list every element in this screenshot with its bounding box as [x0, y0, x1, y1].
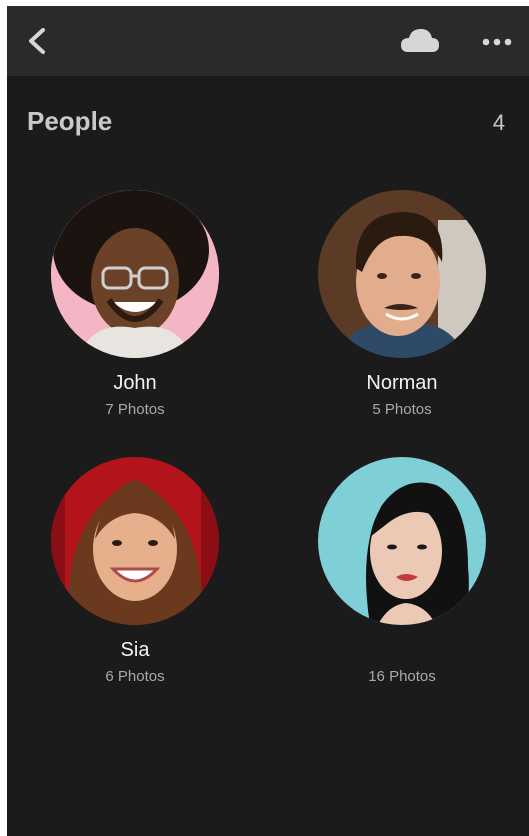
person-card-john[interactable]: John 7 Photos [35, 190, 235, 418]
avatar [51, 457, 219, 625]
person-name [302, 638, 502, 662]
photo-count: 5 Photos [372, 401, 432, 418]
section-title: People [27, 106, 113, 136]
person-name: John [113, 372, 157, 394]
cloud-sync-button[interactable] [399, 24, 441, 58]
photo-count: 16 Photos [368, 668, 436, 685]
more-options-button[interactable] [477, 28, 517, 56]
photo-count: 7 Photos [105, 401, 165, 418]
top-navigation-bar [7, 6, 529, 76]
person-card-unnamed[interactable]: 16 Photos [302, 457, 502, 685]
person-name: Sia [120, 639, 150, 661]
people-count: 4 [492, 110, 505, 135]
chevron-left-icon [29, 28, 45, 54]
back-button[interactable] [21, 24, 55, 58]
cloud-icon [401, 29, 439, 52]
avatar [318, 457, 486, 625]
photo-count: 6 Photos [105, 668, 165, 685]
person-name: Norman [366, 372, 438, 394]
person-card-sia[interactable]: Sia 6 Photos [35, 457, 235, 685]
app-screen: People 4 John 7 Photos Norman 5 Photos S… [7, 6, 529, 836]
avatar [318, 190, 486, 358]
more-horizontal-icon [482, 38, 512, 46]
person-card-norman[interactable]: Norman 5 Photos [302, 190, 502, 418]
avatar [51, 190, 219, 358]
